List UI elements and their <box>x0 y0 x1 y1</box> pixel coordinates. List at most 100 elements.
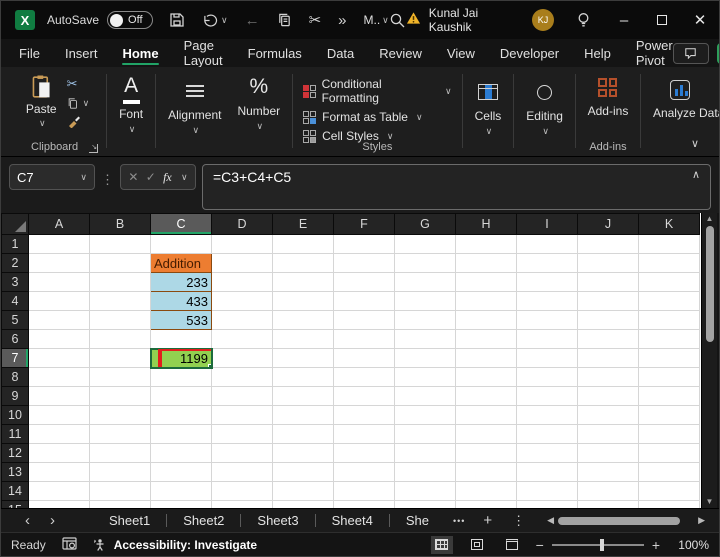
cell-k12[interactable] <box>639 444 700 463</box>
row-header-3[interactable]: 3 <box>2 273 29 292</box>
cut-button[interactable]: ✂ <box>67 76 78 92</box>
cell-b1[interactable] <box>90 235 151 254</box>
cell-g14[interactable] <box>395 482 456 501</box>
cell-f10[interactable] <box>334 406 395 425</box>
cell-i8[interactable] <box>517 368 578 387</box>
cell-d9[interactable] <box>212 387 273 406</box>
page-break-preview-icon[interactable] <box>501 536 523 554</box>
cell-a11[interactable] <box>29 425 90 444</box>
cell-f5[interactable] <box>334 311 395 330</box>
row-header-4[interactable]: 4 <box>2 292 29 311</box>
cell-c6[interactable] <box>151 330 212 349</box>
cell-h3[interactable] <box>456 273 517 292</box>
cell-g15[interactable] <box>395 501 456 509</box>
cell-f2[interactable] <box>334 254 395 273</box>
cell-a15[interactable] <box>29 501 90 509</box>
cell-c4[interactable]: 433 <box>151 292 212 311</box>
cell-c5[interactable]: 533 <box>151 311 212 330</box>
lightbulb-icon[interactable] <box>576 12 591 29</box>
cell-c3[interactable]: 233 <box>151 273 212 292</box>
name-box[interactable]: C7 ∨ <box>9 164 95 190</box>
editing-group-button[interactable]: Editing ∨ <box>518 72 571 156</box>
conditional-formatting-button[interactable]: Conditional Formatting ∨ <box>303 77 452 105</box>
cut-icon[interactable]: ✂ <box>309 11 322 29</box>
cell-f11[interactable] <box>334 425 395 444</box>
zoom-in-button[interactable]: + <box>652 537 660 553</box>
analyze-data-button[interactable]: Analyze Data <box>645 72 715 156</box>
macro-record-icon[interactable] <box>62 537 77 553</box>
cell-k4[interactable] <box>639 292 700 311</box>
cell-h7[interactable] <box>456 349 517 368</box>
save-icon[interactable] <box>169 12 185 28</box>
cell-k3[interactable] <box>639 273 700 292</box>
row-header-8[interactable]: 8 <box>2 368 29 387</box>
cell-d1[interactable] <box>212 235 273 254</box>
cell-a12[interactable] <box>29 444 90 463</box>
normal-view-icon[interactable] <box>431 536 453 554</box>
formula-input[interactable]: =C3+C4+C5 ∧ <box>202 164 711 210</box>
cell-d13[interactable] <box>212 463 273 482</box>
cell-c15[interactable] <box>151 501 212 509</box>
cell-g8[interactable] <box>395 368 456 387</box>
cell-f1[interactable] <box>334 235 395 254</box>
cell-j9[interactable] <box>578 387 639 406</box>
cell-h13[interactable] <box>456 463 517 482</box>
cell-d3[interactable] <box>212 273 273 292</box>
cell-d4[interactable] <box>212 292 273 311</box>
cell-h15[interactable] <box>456 501 517 509</box>
cell-g7[interactable] <box>395 349 456 368</box>
horizontal-scroll-thumb[interactable] <box>558 517 680 525</box>
row-header-15[interactable]: 15 <box>2 501 29 509</box>
tab-developer[interactable]: Developer <box>500 42 559 65</box>
cell-a6[interactable] <box>29 330 90 349</box>
document-name-dropdown[interactable]: M.. ∨ <box>364 13 389 27</box>
cell-f13[interactable] <box>334 463 395 482</box>
cell-j4[interactable] <box>578 292 639 311</box>
zoom-out-button[interactable]: − <box>536 537 544 553</box>
cell-j5[interactable] <box>578 311 639 330</box>
cell-i15[interactable] <box>517 501 578 509</box>
cell-h5[interactable] <box>456 311 517 330</box>
copy-icon[interactable] <box>277 12 292 28</box>
paste-button[interactable]: Paste ∨ <box>20 72 63 131</box>
cell-f6[interactable] <box>334 330 395 349</box>
cell-b13[interactable] <box>90 463 151 482</box>
cell-k14[interactable] <box>639 482 700 501</box>
format-painter-button[interactable] <box>67 115 81 128</box>
cell-b10[interactable] <box>90 406 151 425</box>
column-header-a[interactable]: A <box>29 214 90 235</box>
scroll-down-icon[interactable]: ▼ <box>706 497 714 507</box>
cell-i7[interactable] <box>517 349 578 368</box>
cell-g6[interactable] <box>395 330 456 349</box>
cell-c12[interactable] <box>151 444 212 463</box>
cell-c1[interactable] <box>151 235 212 254</box>
cell-h8[interactable] <box>456 368 517 387</box>
tab-insert[interactable]: Insert <box>65 42 98 65</box>
cell-e15[interactable] <box>273 501 334 509</box>
cell-d6[interactable] <box>212 330 273 349</box>
cell-f8[interactable] <box>334 368 395 387</box>
cell-g13[interactable] <box>395 463 456 482</box>
cell-grid[interactable]: ABCDEFGHIJK12Addition3233443355336711998… <box>1 213 701 508</box>
row-header-12[interactable]: 12 <box>2 444 29 463</box>
column-header-f[interactable]: F <box>334 214 395 235</box>
cell-e2[interactable] <box>273 254 334 273</box>
sheet-tab-sheet4[interactable]: Sheet4 <box>316 513 389 528</box>
cell-d10[interactable] <box>212 406 273 425</box>
number-group-button[interactable]: % Number ∨ <box>229 72 288 156</box>
cell-k10[interactable] <box>639 406 700 425</box>
cell-k6[interactable] <box>639 330 700 349</box>
row-header-13[interactable]: 13 <box>2 463 29 482</box>
tab-formulas[interactable]: Formulas <box>248 42 302 65</box>
cell-e8[interactable] <box>273 368 334 387</box>
cell-h14[interactable] <box>456 482 517 501</box>
cell-c8[interactable] <box>151 368 212 387</box>
cell-i13[interactable] <box>517 463 578 482</box>
qat-overflow-icon[interactable]: » <box>338 12 346 29</box>
cell-e3[interactable] <box>273 273 334 292</box>
cell-c9[interactable] <box>151 387 212 406</box>
cell-c11[interactable] <box>151 425 212 444</box>
column-header-j[interactable]: J <box>578 214 639 235</box>
autosave-toggle[interactable]: Off <box>107 11 153 29</box>
column-header-c[interactable]: C <box>151 214 212 235</box>
